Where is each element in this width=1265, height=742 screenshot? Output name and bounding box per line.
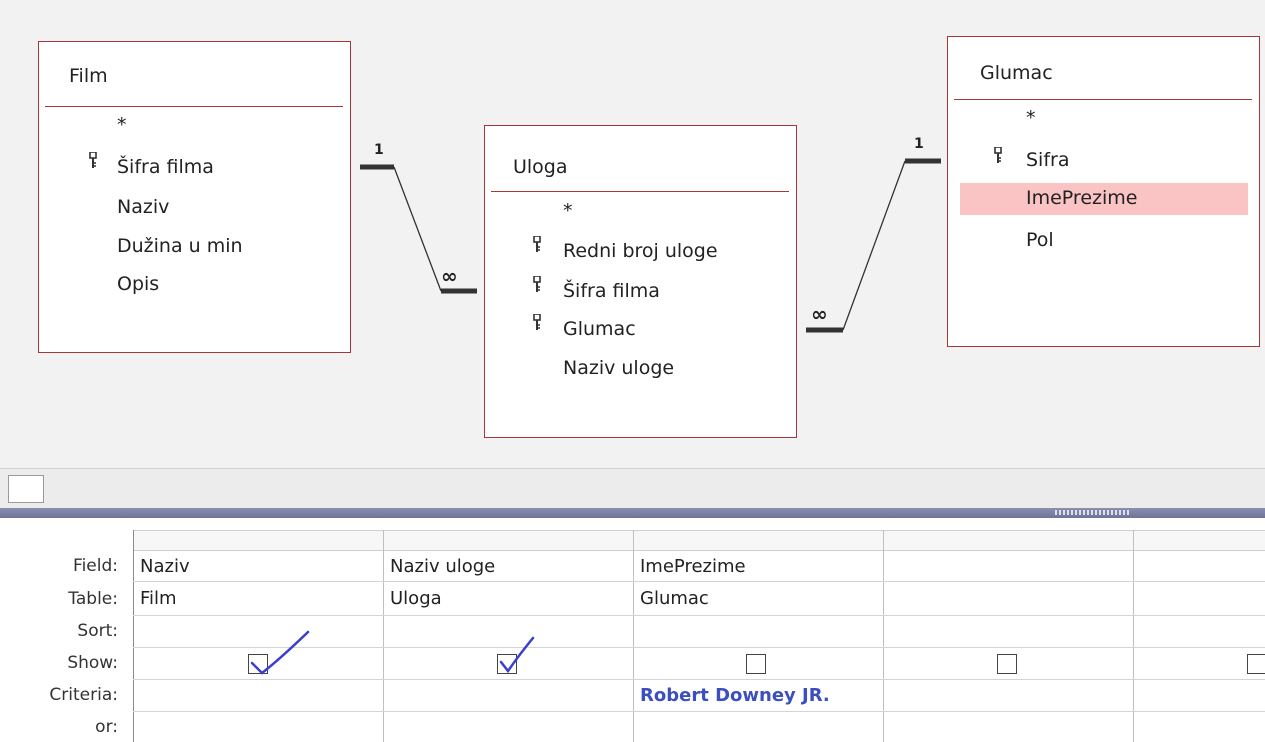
grid-field-cell[interactable]: Naziv uloge [390,556,495,577]
table-glumac[interactable]: Glumac * Sifra ImePrezime Pol [947,36,1260,347]
primary-key-icon [994,147,1002,163]
divider [491,191,789,192]
pane-divider[interactable] [0,508,1265,518]
field-redni-broj-uloge[interactable]: Redni broj uloge [563,240,718,262]
table-title: Uloga [513,156,568,178]
field-all[interactable]: * [1026,107,1036,129]
field-sifra[interactable]: Sifra [1026,149,1069,171]
column-selector-band[interactable] [133,530,1265,551]
table-title: Glumac [980,62,1053,84]
pane-splitter [0,468,1265,509]
select-all-box[interactable] [8,475,44,503]
check-mark-icon [499,636,535,674]
divider [954,99,1252,100]
show-checkbox[interactable] [746,654,766,674]
relationship-one-label: 1 [914,136,924,152]
field-glumac[interactable]: Glumac [563,318,636,340]
primary-key-icon [533,236,541,252]
check-mark-icon [250,630,310,675]
row-label-show: Show: [67,653,118,673]
primary-key-icon [533,276,541,292]
criteria-cell[interactable]: Robert Downey JR. [640,685,830,706]
field-sifra-filma[interactable]: Šifra filma [563,280,660,302]
table-title: Film [69,65,108,87]
resize-grip[interactable] [1055,510,1131,515]
grid-table-cell[interactable]: Film [140,588,177,609]
grid-table-cell[interactable]: Glumac [640,588,709,609]
grid-field-cell[interactable]: ImePrezime [640,556,746,577]
field-opis[interactable]: Opis [117,273,159,295]
relationship-many-label: ∞ [811,302,828,326]
row-separator [133,679,1265,680]
divider [45,106,343,107]
field-naziv-uloge[interactable]: Naziv uloge [563,357,674,379]
row-separator [133,711,1265,712]
show-checkbox[interactable] [1247,654,1265,674]
grid-table-cell[interactable]: Uloga [390,588,442,609]
field-all[interactable]: * [563,200,573,222]
row-label-table: Table: [68,589,118,609]
query-design-canvas: 1 ∞ 1 ∞ Film * Šifra filma Naziv Dužina … [0,0,1265,468]
table-film[interactable]: Film * Šifra filma Naziv Dužina u min Op… [38,41,351,353]
field-all[interactable]: * [117,114,127,136]
primary-key-icon [89,152,97,168]
field-naziv[interactable]: Naziv [117,196,169,218]
row-label-field: Field: [73,556,118,576]
primary-key-icon [533,314,541,330]
table-uloga[interactable]: Uloga * Redni broj uloge Šifra filma Glu… [484,125,797,438]
field-duzina[interactable]: Dužina u min [117,235,243,257]
show-checkbox[interactable] [997,654,1017,674]
field-sifra-filma[interactable]: Šifra filma [117,156,214,178]
row-label-sort: Sort: [77,621,118,641]
row-label-criteria: Criteria: [49,685,118,705]
row-separator [133,615,1265,616]
relationship-one-label: 1 [374,142,384,158]
grid-field-cell[interactable]: Naziv [140,556,190,577]
relationship-many-label: ∞ [441,264,458,288]
row-label-or: or: [95,717,118,737]
query-design-grid: Field: Table: Sort: Show: Criteria: or: … [0,518,1265,742]
field-ime-prezime[interactable]: ImePrezime [1026,187,1137,209]
relationship-film-uloga[interactable] [360,164,477,294]
field-pol[interactable]: Pol [1026,229,1054,251]
row-separator [133,581,1265,582]
